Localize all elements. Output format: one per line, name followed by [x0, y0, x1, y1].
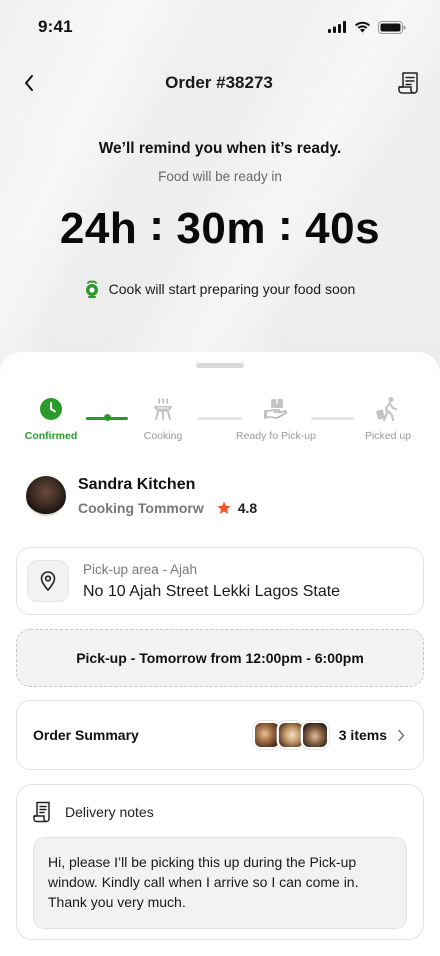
battery-icon [378, 20, 406, 34]
progress-indicator-dot [104, 414, 111, 421]
receipt-icon [398, 72, 418, 94]
cook-note-text: Cook will start preparing your food soon [108, 281, 356, 297]
step-label: Picked up [364, 430, 412, 442]
page-title: Order #38273 [165, 73, 273, 92]
pickup-area-card[interactable]: Pick-up area - Ajah No 10 Ajah Street Le… [16, 547, 424, 615]
receipt-button[interactable] [398, 72, 420, 94]
status-time: 9:41 [38, 17, 73, 36]
status-icons [328, 20, 406, 34]
cook-note: Cook will start preparing your food soon [0, 280, 440, 298]
hand-package-icon [264, 399, 288, 419]
kitchen-rating: 4.8 [216, 500, 257, 516]
step-label: Cooking [143, 430, 183, 442]
nav-bar: Order #38273 [0, 60, 440, 106]
step-confirmed: Confirmed [1, 396, 101, 442]
chevron-right-icon [397, 729, 405, 742]
order-summary-title: Order Summary [33, 727, 139, 743]
step-picked-up: Picked up [338, 396, 438, 442]
step-label: Confirmed [24, 430, 78, 442]
chevron-left-icon [25, 75, 33, 91]
countdown-separator: : [277, 201, 294, 250]
order-details-sheet: Confirmed Cooking Ready fo Pick-up Picke… [0, 352, 440, 956]
countdown-separator: : [149, 201, 165, 250]
rating-value: 4.8 [237, 500, 258, 516]
food-thumbnail [300, 721, 329, 749]
pickup-area-label: Pick-up area - Ajah [83, 561, 198, 577]
step-cooking: Cooking [113, 396, 213, 442]
grill-icon [154, 398, 172, 420]
walking-luggage-icon [376, 397, 398, 422]
pickup-window-banner: Pick-up - Tomorrow from 12:00pm - 6:00pm [16, 629, 424, 687]
items-count: 3 items [338, 727, 387, 743]
clock-icon [40, 398, 62, 420]
ready-in-label: Food will be ready in [158, 169, 282, 184]
sheet-drag-handle[interactable] [196, 363, 244, 368]
notes-icon [33, 801, 50, 823]
chef-icon [85, 280, 98, 298]
kitchen-avatar [26, 476, 66, 516]
countdown-hours: 24h [59, 204, 138, 253]
order-item-thumbnails [252, 721, 329, 749]
star-icon [217, 501, 231, 514]
delivery-notes-card: Delivery notes Hi, please I’ll be pickin… [16, 784, 424, 940]
countdown-minutes: 30m [176, 204, 266, 253]
countdown-seconds: 40s [305, 204, 381, 253]
wifi-icon [355, 21, 370, 33]
delivery-notes-text[interactable]: Hi, please I’ll be picking this up durin… [33, 837, 407, 929]
delivery-notes-title: Delivery notes [65, 804, 154, 820]
order-progress-stepper: Confirmed Cooking Ready fo Pick-up Picke… [0, 396, 440, 446]
kitchen-name: Sandra Kitchen [78, 476, 196, 493]
ready-countdown-section: We’ll remind you when it’s ready. Food w… [0, 140, 440, 298]
kitchen-info-row[interactable]: Sandra Kitchen Cooking Tommorw 4.8 [26, 476, 257, 516]
pickup-address: No 10 Ajah Street Lekki Lagos State [83, 582, 341, 600]
location-pin-icon [40, 571, 56, 591]
status-bar: 9:41 [0, 0, 440, 54]
signal-icon [328, 21, 346, 33]
kitchen-status: Cooking Tommorw [78, 500, 204, 516]
back-button[interactable] [18, 72, 40, 94]
order-summary-row[interactable]: Order Summary 3 items [16, 700, 424, 770]
step-ready-for-pickup: Ready fo Pick-up [226, 396, 326, 442]
reminder-heading: We’ll remind you when it’s ready. [98, 140, 342, 157]
step-label: Ready fo Pick-up [236, 430, 316, 442]
countdown-timer: 24h : 30m : 40s [0, 201, 440, 254]
location-icon-box [27, 560, 69, 602]
